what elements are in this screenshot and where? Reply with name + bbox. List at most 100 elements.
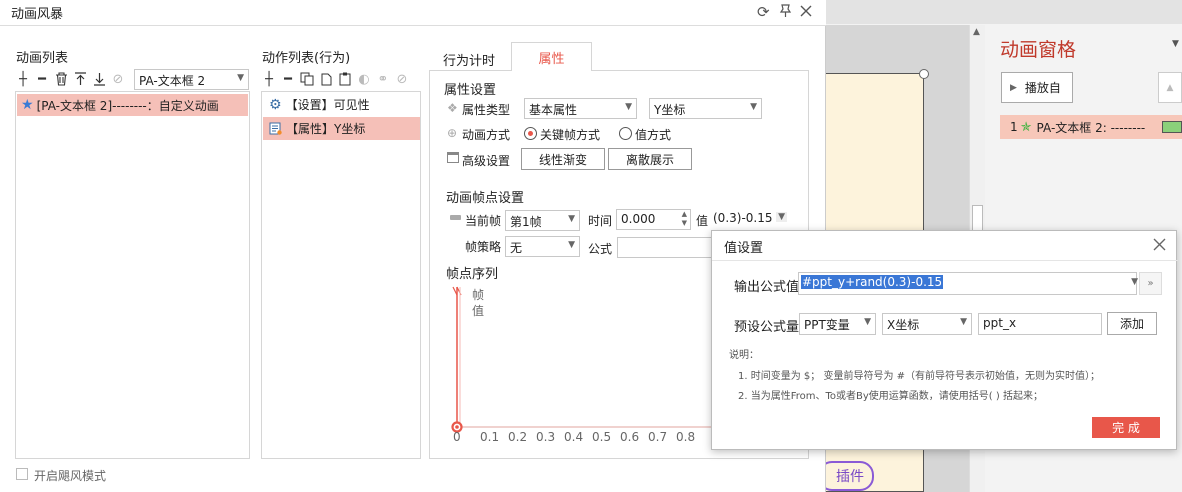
done-button[interactable]: 完 成 (1092, 417, 1160, 438)
move-up-icon[interactable] (72, 71, 88, 87)
remove-icon[interactable]: ━ (34, 71, 50, 87)
action-list-toolbar: ┼ ━ ◐ ⚭ ⊘ (261, 70, 410, 88)
action-item-label: 【设置】可见性 (285, 98, 370, 112)
cut-icon[interactable] (318, 71, 334, 87)
chevron-down-icon: ▼ (568, 240, 575, 250)
add-icon[interactable]: ┼ (261, 71, 277, 87)
play-icon: ▶ (1010, 82, 1017, 93)
scroll-up-icon[interactable]: ▲ (973, 27, 980, 37)
x-tick-0: 0 (453, 430, 461, 444)
output-formula-input[interactable]: #ppt_y+rand(0.3)-0.15 ▼ (798, 272, 1138, 295)
add-button[interactable]: 添加 (1107, 312, 1157, 335)
anim-mode-label: 动画方式 (462, 128, 511, 142)
close-icon[interactable] (799, 4, 813, 18)
plugin-badge[interactable]: 插件 (818, 461, 874, 491)
green-star-icon: ✯ (1020, 119, 1032, 135)
value-combo[interactable]: (0.3)-0.15 ▼ (709, 209, 791, 230)
chevron-down-icon: ▼ (625, 102, 632, 112)
animation-storm-dialog: 动画风暴 ⟳ 动画列表 ┼ ━ ⊘ PA-文本框 2 ▼ ★ [PA-文本框 2… (0, 0, 826, 492)
y-axis-label-frame: 帧 (472, 288, 485, 302)
close-icon[interactable] (1152, 237, 1167, 252)
plus-circle-icon: ⊕ (447, 126, 458, 140)
play-button-label: 播放自 (1024, 81, 1061, 95)
gear-icon: ⚙ (269, 96, 282, 113)
prop-type-combo[interactable]: 基本属性 ▼ (524, 98, 637, 119)
output-formula-value: #ppt_y+rand(0.3)-0.15 (801, 275, 944, 289)
timeline-bar (1162, 121, 1182, 133)
pane-list-item[interactable]: 1 ✯ PA-文本框 2: -------- (1000, 115, 1182, 139)
strategy-combo[interactable]: 无 ▼ (505, 236, 580, 257)
preset-coord-combo[interactable]: X坐标 ▼ (882, 313, 972, 335)
value-value: (0.3)-0.15 (713, 211, 773, 225)
mode-value-label: 值方式 (635, 128, 672, 142)
resize-handle[interactable] (919, 69, 929, 79)
paste-icon[interactable] (337, 71, 353, 87)
radio-dot (528, 131, 533, 136)
keyframe-settings-title: 动画帧点设置 (446, 191, 525, 206)
spinner-icon[interactable]: ▲ ▼ (682, 210, 687, 228)
delete-icon[interactable] (53, 71, 69, 87)
chevron-down-icon: ▼ (776, 212, 787, 222)
x-tick-0.1: 0.1 (480, 430, 500, 444)
preset-coord-value: X坐标 (887, 318, 920, 332)
action-list-panel: ⚙ 【设置】可见性 【属性】Y坐标 (261, 91, 421, 459)
remove-icon[interactable]: ━ (280, 71, 296, 87)
play-button[interactable]: ▶ 播放自 (1001, 72, 1073, 103)
copy-icon[interactable] (299, 71, 315, 87)
strategy-value: 无 (510, 241, 523, 255)
value-dialog-title: 值设置 (724, 241, 764, 256)
pin-icon[interactable] (778, 3, 793, 18)
radio-keyframe[interactable] (524, 127, 537, 140)
star-icon: ★ (21, 97, 34, 113)
anim-list-toolbar: ┼ ━ ⊘ (15, 70, 126, 88)
add-icon[interactable]: ┼ (15, 71, 31, 87)
mode-keyframe-label: 关键帧方式 (540, 128, 601, 142)
current-frame-value: 第1帧 (510, 215, 542, 229)
discrete-display-button[interactable]: 离散展示 (608, 148, 692, 170)
x-tick-0.5: 0.5 (592, 430, 612, 444)
anim-list-combo[interactable]: PA-文本框 2 ▼ (134, 69, 249, 90)
chevron-down-icon[interactable]: ▼ (1131, 277, 1138, 287)
tab-properties[interactable]: 属性 (511, 42, 592, 71)
formula-input[interactable] (617, 237, 713, 258)
time-label: 时间 (588, 214, 613, 228)
current-frame-combo[interactable]: 第1帧 ▼ (505, 210, 580, 231)
time-spinner[interactable]: 0.000 ▲ ▼ (616, 209, 691, 230)
chevron-down-icon: ▼ (237, 73, 244, 83)
preset-var-combo[interactable]: PPT变量 ▼ (799, 313, 876, 335)
formula-label: 公式 (588, 242, 613, 256)
prop-coord-combo[interactable]: Y坐标 ▼ (649, 98, 762, 119)
prop-type-label: 属性类型 (462, 103, 511, 117)
tab-behavior-timing[interactable]: 行为计时 (443, 50, 495, 69)
value-settings-dialog: 值设置 输出公式值 #ppt_y+rand(0.3)-0.15 ▼ » 预设公式… (711, 230, 1178, 450)
disabled-icon-3: ⊘ (396, 71, 408, 87)
current-frame-label: 当前帧 (465, 214, 502, 228)
storm-mode-checkbox[interactable] (16, 468, 28, 480)
property-icon (269, 122, 282, 135)
prop-coord-value: Y坐标 (654, 103, 686, 117)
scroll-thumb[interactable] (972, 205, 983, 231)
x-tick-0.8: 0.8 (676, 430, 696, 444)
top-strip (826, 0, 1182, 24)
action-item-visibility[interactable]: ⚙ 【设置】可见性 (263, 93, 419, 116)
anim-list-combo-value: PA-文本框 2 (139, 74, 206, 88)
storm-mode-label: 开启飓风模式 (34, 469, 107, 483)
anim-list-item-label: [PA-文本框 2]--------：自定义动画 (36, 98, 219, 113)
move-down-icon[interactable] (91, 71, 107, 87)
plugin-label: 插件 (836, 469, 864, 485)
anim-list-item[interactable]: ★ [PA-文本框 2]--------：自定义动画 (17, 94, 248, 116)
disabled-icon-2: ⚭ (377, 71, 389, 87)
action-item-ycoord[interactable]: 【属性】Y坐标 (263, 117, 420, 140)
anim-pane-title: 动画窗格 (1000, 39, 1077, 61)
chevron-down-icon[interactable]: ▼ (1172, 39, 1179, 49)
chevron-down-icon: ▼ (960, 317, 967, 327)
up-arrow-button[interactable]: ▲ (1158, 72, 1182, 103)
radio-value[interactable] (619, 127, 632, 140)
linear-gradient-button[interactable]: 线性渐变 (521, 148, 605, 170)
expand-icon[interactable]: » (1139, 272, 1162, 295)
refresh-icon[interactable]: ⟳ (757, 3, 770, 21)
preset-text-input[interactable]: ppt_x (978, 313, 1102, 335)
advanced-label: 高级设置 (462, 154, 511, 168)
chevron-down-icon: ▼ (864, 317, 871, 327)
description-line-2: 2. 当为属性From、To或者By使用运算函数，请使用括号( ) 括起来； (738, 391, 1043, 402)
